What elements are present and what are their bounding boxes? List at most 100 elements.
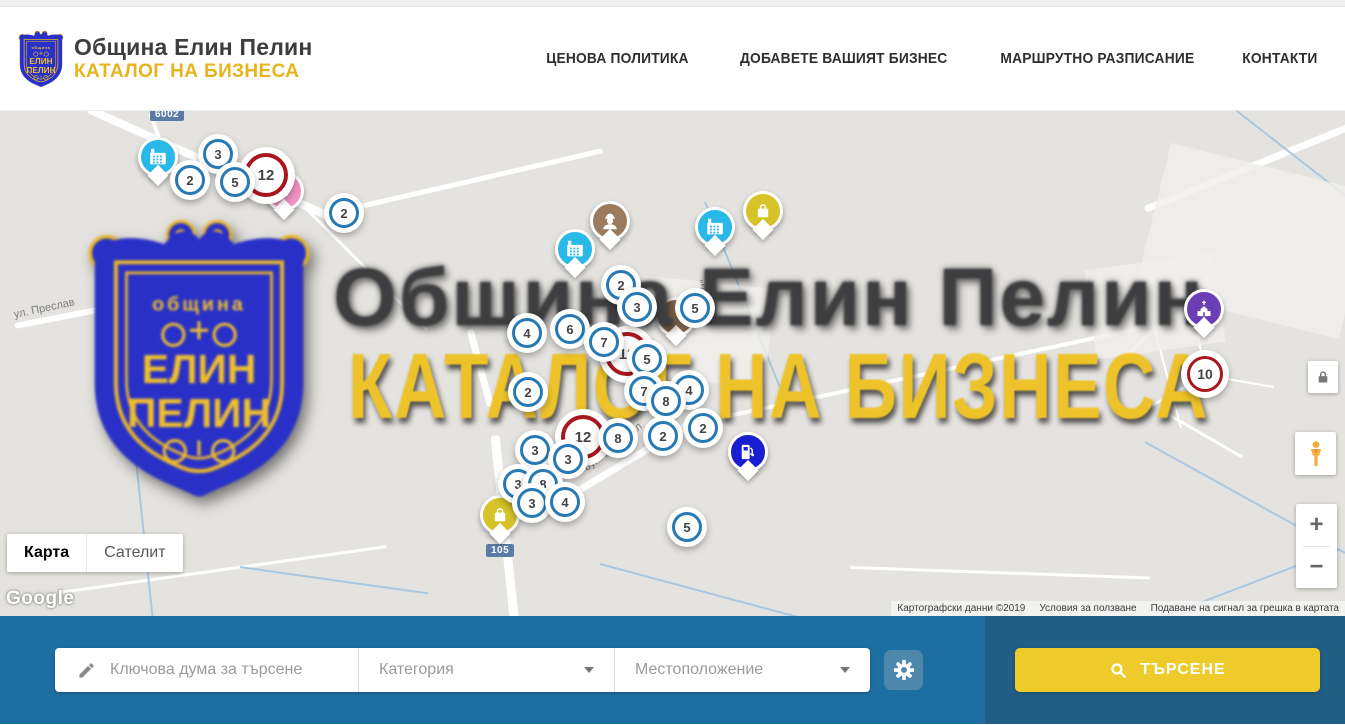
map-road	[329, 148, 603, 216]
marker-cluster[interactable]: 2	[683, 408, 723, 448]
main-navigation: ЦЕНОВА ПОЛИТИКА ДОБАВЕТЕ ВАШИЯТ БИЗНЕС МАР…	[540, 7, 1321, 110]
cluster-count: 5	[672, 512, 702, 542]
search-panel: Категория Местоположение	[0, 616, 1345, 724]
route-shield: 6002	[150, 111, 184, 121]
cluster-count: 6	[555, 314, 585, 344]
site-brand[interactable]: община ЕЛИН ПЕЛИН Община Елин Пелин КАТА…	[18, 29, 312, 89]
fullscreen-lock-button[interactable]	[1308, 361, 1338, 393]
marker-cluster[interactable]: 3	[617, 287, 657, 327]
site-title: Община Елин Пелин	[74, 34, 312, 60]
advanced-settings-button[interactable]	[884, 650, 923, 690]
cluster-count: 3	[517, 488, 547, 518]
nav-item-3[interactable]: КОНТАКТИ	[1242, 50, 1317, 67]
map-attribution-link[interactable]: Условия за ползване	[1039, 603, 1136, 614]
location-select[interactable]: Местоположение	[615, 648, 870, 692]
cluster-count: 8	[651, 386, 681, 416]
fuel-category-pin[interactable]	[728, 432, 768, 472]
marker-cluster[interactable]: 5	[215, 162, 255, 202]
zoom-out-button[interactable]: −	[1296, 547, 1337, 589]
church-category-pin[interactable]	[1184, 289, 1224, 329]
cluster-count: 5	[220, 167, 250, 197]
map-road	[299, 201, 428, 330]
map-attribution: Картографски данни ©2019Условия за ползв…	[891, 601, 1345, 616]
zoom-in-button[interactable]: +	[1296, 504, 1337, 546]
gear-icon	[893, 659, 915, 681]
marker-cluster[interactable]: 4	[545, 482, 585, 522]
marker-cluster[interactable]: 2	[170, 160, 210, 200]
svg-text:община: община	[32, 45, 51, 50]
cluster-count: 2	[688, 413, 718, 443]
nav-item-0[interactable]: ЦЕНОВА ПОЛИТИКА	[546, 50, 688, 67]
cluster-count: 5	[680, 293, 710, 323]
lock-icon	[1315, 369, 1331, 386]
map-type-switch: КартаСателит	[7, 534, 183, 572]
svg-text:ПЕЛИН: ПЕЛИН	[26, 65, 55, 74]
search-submit-button[interactable]: ТЪРСЕНЕ	[1015, 648, 1320, 692]
cluster-count: 2	[648, 421, 678, 451]
cluster-count: 5	[632, 344, 662, 374]
cluster-count: 2	[513, 377, 543, 407]
search-submit-label: ТЪРСЕНЕ	[1140, 661, 1225, 679]
google-map[interactable]: община ЕЛИН ПЕЛИН Община Елин Пелин КАТА…	[0, 111, 1345, 616]
cluster-count: 3	[622, 292, 652, 322]
svg-text:ЕЛИН: ЕЛИН	[142, 346, 257, 392]
nav-item-2[interactable]: МАРШРУТНО РАЗПИСАНИЕ	[1001, 50, 1195, 67]
marker-cluster[interactable]: 10	[1181, 350, 1229, 398]
street-view-pegman-button[interactable]	[1295, 432, 1336, 475]
map-road	[850, 566, 1150, 579]
church-icon	[1194, 299, 1214, 319]
cluster-count: 7	[589, 327, 619, 357]
route-shield: 105	[486, 544, 514, 557]
cluster-count: 3	[520, 435, 550, 465]
svg-text:ЕЛИН: ЕЛИН	[29, 56, 52, 65]
factory-category-pin[interactable]	[695, 207, 735, 247]
search-fields: Категория Местоположение	[55, 648, 870, 692]
factory-icon	[564, 238, 586, 260]
marker-cluster[interactable]: 8	[646, 381, 686, 421]
marker-cluster[interactable]: 4	[507, 313, 547, 353]
map-road	[467, 329, 494, 408]
cluster-count: 2	[329, 198, 359, 228]
page-top-strip	[0, 0, 1345, 7]
worker-category-pin[interactable]	[590, 201, 630, 241]
category-select[interactable]: Категория	[359, 648, 614, 692]
pencil-icon	[77, 661, 96, 680]
map-type-сателит[interactable]: Сателит	[86, 534, 182, 572]
chevron-down-icon	[584, 667, 594, 673]
nav-item-1[interactable]: ДОБАВЕТЕ ВАШИЯТ БИЗНЕС	[740, 50, 947, 67]
factory-icon	[704, 216, 726, 238]
map-type-карта[interactable]: Карта	[7, 534, 86, 572]
cluster-count: 4	[512, 318, 542, 348]
pegman-icon	[1304, 439, 1328, 469]
watermark-emblem: община ЕЛИН ПЕЛИН	[85, 214, 313, 504]
marker-cluster[interactable]: 5	[675, 288, 715, 328]
google-logo[interactable]: Google	[6, 588, 74, 610]
cluster-count: 10	[1187, 356, 1223, 392]
map-road	[160, 307, 278, 336]
marker-cluster[interactable]: 7	[584, 322, 624, 362]
fuel-icon	[738, 442, 758, 462]
search-icon	[1109, 661, 1128, 680]
cluster-count: 2	[175, 165, 205, 195]
marker-cluster[interactable]: 2	[324, 193, 364, 233]
category-placeholder: Категория	[379, 661, 454, 679]
bag-icon	[490, 505, 510, 525]
factory-icon	[147, 146, 169, 168]
municipality-emblem-logo: община ЕЛИН ПЕЛИН	[18, 29, 64, 89]
factory-category-pin[interactable]	[555, 229, 595, 269]
map-stream	[240, 566, 428, 594]
keyword-field-wrap	[55, 648, 358, 692]
cluster-count: 8	[603, 423, 633, 453]
marker-cluster[interactable]: 2	[508, 372, 548, 412]
cluster-count: 4	[550, 487, 580, 517]
site-subtitle: КАТАЛОГ НА БИЗНЕСА	[74, 61, 312, 83]
elin-pelin-emblem: община ЕЛИН ПЕЛИН	[18, 29, 64, 89]
marker-cluster[interactable]: 2	[643, 416, 683, 456]
bag-icon	[753, 201, 773, 221]
site-header: община ЕЛИН ПЕЛИН Община Елин Пелин КАТА…	[0, 7, 1345, 111]
keyword-input[interactable]	[110, 661, 340, 679]
marker-cluster[interactable]: 5	[667, 507, 707, 547]
bag-category-pin[interactable]	[743, 191, 783, 231]
marker-cluster[interactable]: 8	[598, 418, 638, 458]
map-attribution-link[interactable]: Подаване на сигнал за грешка в картата	[1151, 603, 1339, 614]
